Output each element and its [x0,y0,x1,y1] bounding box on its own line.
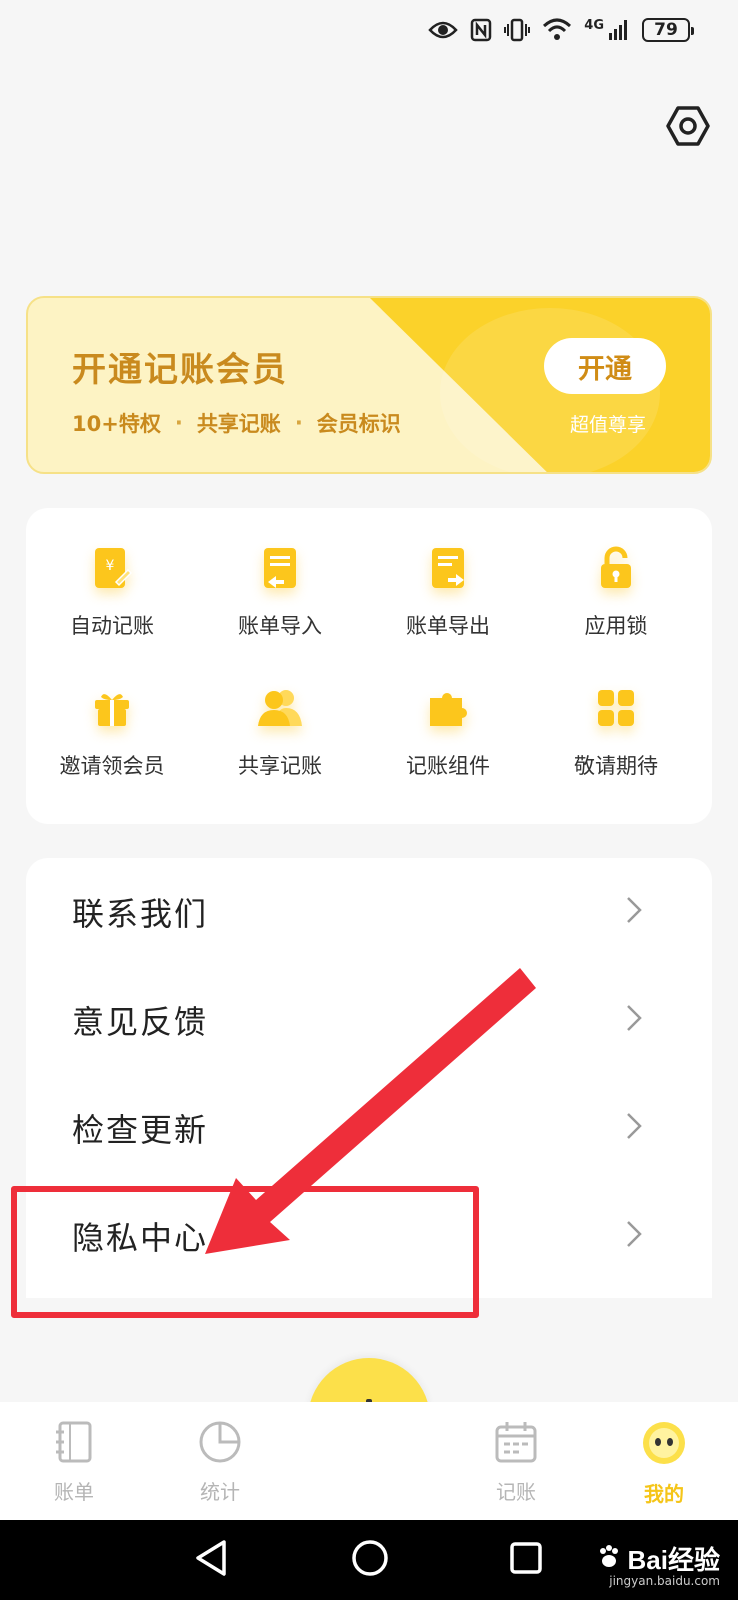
puzzle-icon [420,680,476,736]
bottom-tab-bar: 账单 统计 记账 我的 [0,1402,738,1520]
grid-icon [588,680,644,736]
baidu-watermark: Bai经验 jingyan.baidu.com [596,1540,720,1588]
menu-item-check-update[interactable]: 检查更新 [26,1074,712,1182]
signal-icon [608,19,630,41]
chevron-right-icon [626,1220,642,1252]
import-icon [252,540,308,596]
nfc-icon [470,18,492,42]
vip-perks: 10+特权 · 共享记账 · 会员标识 [72,408,401,438]
watermark-text: Bai经验 [627,1545,720,1575]
tool-widget[interactable]: 记账组件 [362,680,534,800]
highlight-annotation-box [11,1186,479,1318]
vip-perk: 共享记账 [196,412,281,436]
home-circle-icon[interactable] [350,1538,390,1582]
lock-icon [588,540,644,596]
gift-icon [84,680,140,736]
vip-perk: 会员标识 [316,412,401,436]
chevron-right-icon [626,1004,642,1036]
network-type: 4G [584,17,604,33]
auto-bill-icon: ¥ [84,540,140,596]
tab-stats[interactable]: 统计 [160,1420,280,1505]
battery-indicator: 79 [642,18,694,42]
tool-import-bill[interactable]: 账单导入 [194,540,366,660]
tool-app-lock[interactable]: 应用锁 [530,540,702,660]
calendar-icon [494,1420,538,1468]
tab-label: 账单 [54,1480,94,1504]
wifi-icon [542,18,572,42]
pie-chart-icon [198,1420,242,1468]
back-triangle-icon[interactable] [194,1538,230,1582]
tool-export-bill[interactable]: 账单导出 [362,540,534,660]
export-icon [420,540,476,596]
tool-coming-soon[interactable]: 敬请期待 [530,680,702,800]
users-icon [252,680,308,736]
paw-logo-icon [596,1544,622,1574]
tool-label: 账单导出 [406,614,490,638]
settings-button[interactable] [664,104,712,152]
tool-invite[interactable]: 邀请领会员 [26,680,198,800]
vip-open-button[interactable]: 开通 [544,338,666,394]
eye-icon [428,19,458,41]
recents-square-icon[interactable] [508,1538,544,1582]
profile-face-icon [641,1420,687,1470]
vip-title: 开通记账会员 [72,350,288,390]
perk-separator: · [294,411,303,435]
watermark-url: jingyan.baidu.com [609,1574,720,1588]
vip-subtitle: 超值尊享 [569,414,646,436]
menu-item-label: 意见反馈 [72,1003,209,1041]
tool-label: 敬请期待 [574,754,658,778]
menu-item-label: 检查更新 [72,1111,209,1149]
menu-item-contact-us[interactable]: 联系我们 [26,858,712,966]
svg-text:¥: ¥ [106,558,115,574]
tools-grid: ¥ 自动记账 账单导入 账单导出 应用锁 邀请领会员 共享记账 记账组件 敬请期… [26,508,712,824]
tool-shared-bill[interactable]: 共享记账 [194,680,366,800]
tab-record[interactable]: 记账 [456,1420,576,1505]
tool-label: 共享记账 [238,754,322,778]
status-bar: 4G 79 [0,0,738,70]
tab-label: 统计 [200,1480,240,1504]
chevron-right-icon [626,1112,642,1144]
tool-label: 应用锁 [584,614,648,638]
chevron-right-icon [626,896,642,928]
perk-separator: · [174,411,183,435]
notebook-icon [54,1420,94,1468]
tool-label: 记账组件 [406,754,490,778]
menu-item-label: 联系我们 [72,895,209,933]
tool-label: 账单导入 [238,614,322,638]
vip-membership-card[interactable]: 开通记账会员 10+特权 · 共享记账 · 会员标识 开通 超值尊享 [26,296,712,474]
settings-hexagon-icon [666,104,710,152]
tool-auto-bill[interactable]: ¥ 自动记账 [26,540,198,660]
tab-label: 我的 [644,1482,684,1506]
status-icons: 4G 79 [428,17,694,42]
menu-item-feedback[interactable]: 意见反馈 [26,966,712,1074]
tool-label: 邀请领会员 [59,754,165,778]
tab-label: 记账 [496,1480,536,1504]
vibrate-icon [504,18,531,42]
tab-mine[interactable]: 我的 [604,1420,724,1507]
system-navigation-bar: Bai经验 jingyan.baidu.com [0,1520,738,1600]
tab-bills[interactable]: 账单 [14,1420,134,1505]
vip-perk: 10+特权 [72,412,161,436]
tool-label: 自动记账 [70,614,154,638]
